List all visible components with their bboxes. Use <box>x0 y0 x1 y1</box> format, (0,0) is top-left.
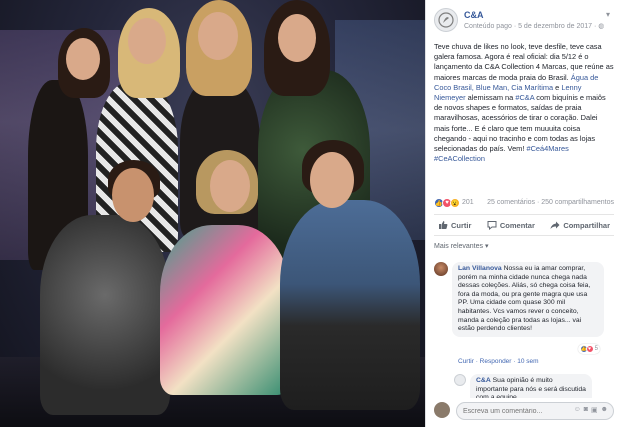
comment-reaction-count: 5 <box>594 346 598 352</box>
share-icon <box>550 221 560 229</box>
comment-input-icons: ☺ ◙ ▣ ☻ <box>574 406 608 414</box>
love-reaction-icon: ♥ <box>585 345 594 353</box>
post-text-link[interactable]: #C&A <box>515 93 534 102</box>
thumbs-up-icon <box>439 221 448 229</box>
post-meta: Conteúdo pago · 5 de dezembro de 2017 · … <box>464 22 604 30</box>
comment-label: Comentar <box>499 220 535 230</box>
share-button[interactable]: Compartilhar <box>550 220 610 230</box>
commenter-avatar[interactable] <box>434 262 448 276</box>
wow-reaction-icon: 😮 <box>450 198 460 208</box>
reply-avatar[interactable] <box>454 374 466 386</box>
page-logo-icon <box>438 12 454 28</box>
comment-item: Lan Villanova Nossa eu ia amar comprar, … <box>434 262 614 368</box>
share-label: Compartilhar <box>563 220 610 230</box>
chevron-down-icon: ▾ <box>485 243 489 250</box>
comment-sort-dropdown[interactable]: Mais relevantes ▾ <box>434 242 489 251</box>
post-header: C&A Conteúdo pago · 5 de dezembro de 201… <box>434 8 614 34</box>
comment-actions-text[interactable]: Curtir · Responder · 10 sem <box>458 358 539 365</box>
comment-sort-label: Mais relevantes <box>434 242 484 250</box>
current-user-avatar <box>434 402 450 418</box>
page-avatar[interactable] <box>434 8 458 32</box>
comment-reply-item: C&A Sua opinião é muito importante para … <box>454 374 614 398</box>
globe-icon: ◍ <box>598 23 605 30</box>
gif-icon[interactable]: ▣ <box>591 406 598 414</box>
post-meta-text: Conteúdo pago · 5 de dezembro de 2017 · <box>464 23 599 30</box>
comment-bubble: Lan Villanova Nossa eu ia amar comprar, … <box>452 262 604 337</box>
comments-shares-count[interactable]: 25 comentários · 250 compartilhamentos <box>487 199 614 206</box>
reaction-count[interactable]: 201 <box>462 199 474 206</box>
comment-reactions[interactable]: 👍 ♥ 5 <box>577 344 600 354</box>
post-sidebar: C&A Conteúdo pago · 5 de dezembro de 201… <box>425 0 620 427</box>
reactions-summary[interactable]: 👍 ♥ 😮 201 25 comentários · 250 compartil… <box>434 198 614 210</box>
reaction-icons: 👍 ♥ 😮 <box>434 198 460 208</box>
like-label: Curtir <box>451 220 472 230</box>
post-options-icon[interactable]: ▾ <box>602 10 614 20</box>
like-button[interactable]: Curtir <box>438 220 471 230</box>
write-comment-row: ☺ ◙ ▣ ☻ <box>434 402 614 420</box>
reply-text: Sua opinião é muito importante para nós … <box>476 377 586 398</box>
comment-button[interactable]: Comentar <box>487 220 535 230</box>
sticker-icon[interactable]: ☻ <box>601 406 608 414</box>
post-actions: Curtir Comentar Compartilhar <box>434 214 614 236</box>
commenter-name[interactable]: Lan Villanova <box>458 265 502 272</box>
comment-actions: Curtir · Responder · 10 sem <box>458 358 539 365</box>
comment-icon <box>487 221 497 230</box>
post-text: Teve chuva de likes no look, teve desfil… <box>434 42 614 164</box>
post-text-segment: com biquínis e maiôs de novos shapes e f… <box>434 93 606 154</box>
reply-bubble: C&A Sua opinião é muito importante para … <box>470 374 592 398</box>
post-author[interactable]: C&A <box>464 10 484 20</box>
post-photo[interactable] <box>0 0 425 427</box>
comment-text: Nossa eu ia amar comprar, porém na minha… <box>458 265 591 333</box>
post-text-segment: alemissam na <box>465 93 516 103</box>
camera-icon[interactable]: ◙ <box>584 406 588 414</box>
reply-author[interactable]: C&A <box>476 377 491 384</box>
emoji-icon[interactable]: ☺ <box>574 406 581 414</box>
